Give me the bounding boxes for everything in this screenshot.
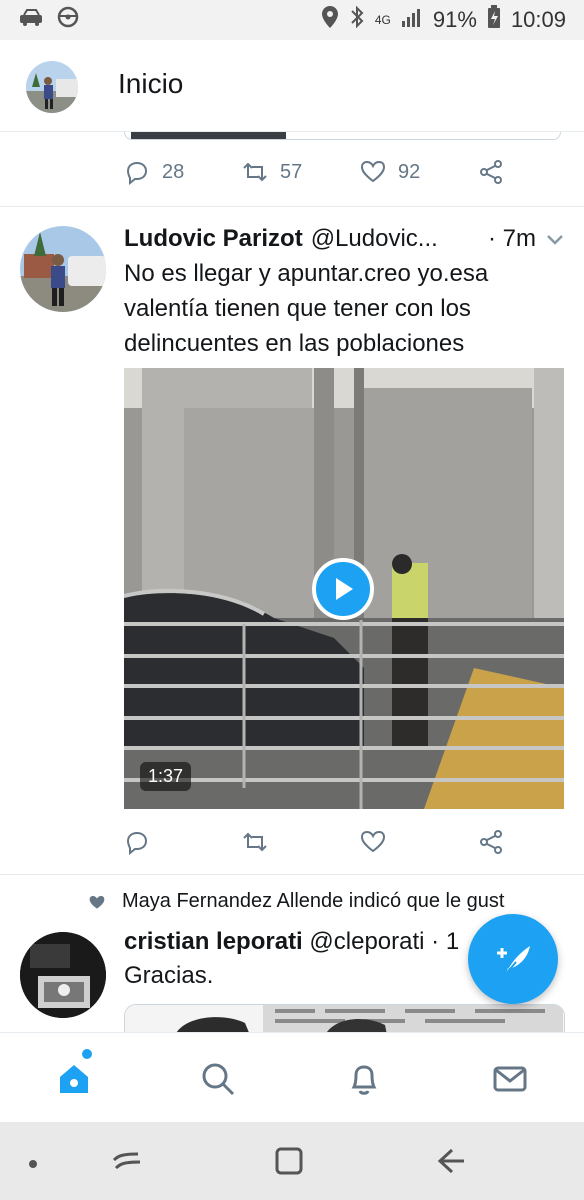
compose-tweet-button[interactable] [468,914,558,1004]
dot-icon[interactable] [28,1156,38,1174]
car-icon [18,6,46,34]
app-header: Inicio [0,40,584,132]
social-context[interactable]: Maya Fernandez Allende indicó que le gus… [88,890,578,913]
reply-count: 28 [162,160,185,183]
search-icon [202,1063,235,1096]
share-icon [480,160,502,184]
bottom-navigation [0,1032,584,1122]
share-button[interactable] [478,159,504,185]
steering-wheel-icon [56,5,80,35]
tweet-timestamp: · 1 [431,928,460,955]
tweet-header: cristian leporati @cleporati · 1 [124,928,459,956]
nav-home[interactable] [54,1059,94,1099]
divider [0,874,584,875]
heart-filled-icon [89,895,105,909]
heart-icon [360,830,386,853]
battery-percent: 91% [432,7,477,32]
like-button[interactable]: 92 [360,159,478,185]
tweet-text: Gracias. [124,962,214,989]
system-navigation-bar [0,1122,584,1200]
nav-search[interactable] [198,1059,238,1099]
share-icon [480,830,502,854]
like-button[interactable] [360,829,478,855]
recents-icon[interactable] [112,1146,142,1179]
bluetooth-icon [349,5,365,35]
page-title: Inicio [118,68,184,99]
like-count: 92 [398,160,421,183]
home-square-icon[interactable] [274,1146,304,1181]
nav-messages[interactable] [490,1059,530,1099]
play-icon [336,578,353,600]
tweet-actions [124,826,504,858]
notifications-icon [351,1065,377,1095]
social-context-text: Maya Fernandez Allende indicó que le gus… [122,890,505,912]
screen: 4G 91% 10:09 Inicio 28 57 92 Ludovic Par… [0,0,584,1200]
back-icon[interactable] [436,1146,466,1181]
chevron-down-icon[interactable] [546,234,564,246]
reply-icon [126,831,148,855]
tweet-timestamp: · 7m [488,225,536,252]
play-button[interactable] [312,558,374,620]
new-content-indicator [82,1049,92,1059]
tweet-header: Ludovic Parizot @Ludovic... · 7m [124,222,564,256]
reply-button[interactable]: 28 [124,159,242,185]
clock: 10:09 [510,7,566,32]
reply-icon [126,161,148,185]
location-icon [321,5,339,35]
battery-icon [487,5,501,35]
author-name[interactable]: cristian leporati [124,928,303,955]
reply-button[interactable] [124,829,242,855]
divider [0,206,584,207]
video-duration: 1:37 [140,762,192,791]
nav-notifications[interactable] [344,1059,384,1099]
retweet-button[interactable]: 57 [242,159,360,185]
share-button[interactable] [478,829,504,855]
author-name[interactable]: Ludovic Parizot [124,225,303,253]
compose-feather-icon [497,946,530,975]
retweet-icon [243,162,267,182]
profile-avatar[interactable] [26,61,78,113]
previous-tweet-actions: 28 57 92 [124,156,504,188]
retweet-count: 57 [280,160,303,183]
messages-icon [493,1066,527,1092]
signal-icon [401,6,423,34]
tweet-text: No es llegar y apuntar.creo yo.esa valen… [124,260,489,357]
previous-tweet-media[interactable] [124,132,561,140]
author-handle[interactable]: @cleporati [309,928,424,955]
status-bar: 4G 91% 10:09 [0,0,584,40]
network-type: 4G [374,13,391,27]
heart-icon [360,160,386,183]
tweet-author-avatar[interactable] [20,226,106,312]
tweet-media[interactable] [124,1004,565,1034]
author-handle[interactable]: @Ludovic... [311,225,438,253]
retweet-icon [243,832,267,852]
home-icon [60,1065,88,1093]
retweet-button[interactable] [242,829,360,855]
tweet-author-avatar[interactable] [20,932,106,1018]
